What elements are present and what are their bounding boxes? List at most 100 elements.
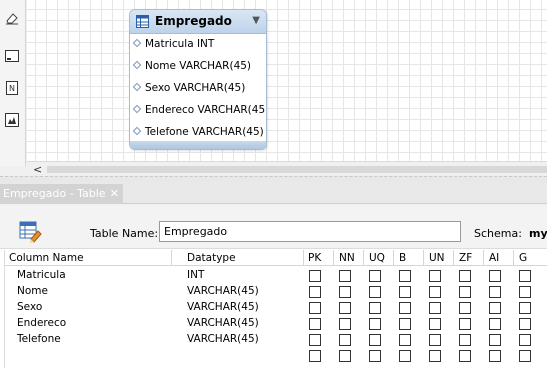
header-nn[interactable]: NN [339, 252, 355, 264]
checkbox-un[interactable] [429, 286, 441, 298]
table-row[interactable]: Sexo VARCHAR(45) [5, 300, 547, 316]
checkbox-ai[interactable] [489, 302, 501, 314]
column-name-cell[interactable]: Nome [17, 285, 48, 297]
header-zf[interactable]: ZF [459, 252, 472, 264]
column-diamond-icon [132, 126, 142, 136]
eraser-icon[interactable] [4, 10, 20, 26]
columns-grid-header: Column Name Datatype PK NN UQ B UN ZF AI… [5, 250, 547, 266]
entity-column[interactable]: Endereco VARCHAR(45) [132, 104, 266, 120]
checkbox-zf[interactable] [459, 350, 471, 362]
checkbox-pk[interactable] [309, 286, 321, 298]
checkbox-g[interactable] [519, 334, 531, 346]
checkbox-g[interactable] [519, 318, 531, 330]
horizontal-scrollbar[interactable]: < [27, 161, 547, 176]
column-name-cell[interactable]: Matricula [17, 269, 66, 281]
chevron-down-icon[interactable]: ▼ [252, 15, 260, 26]
entity-card-empregado[interactable]: Empregado ▼ Matricula INT Nome VARCHAR(4… [129, 9, 267, 150]
header-divider [333, 250, 334, 266]
checkbox-uq[interactable] [369, 318, 381, 330]
scroll-left-icon[interactable]: < [33, 163, 42, 176]
checkbox-zf[interactable] [459, 334, 471, 346]
checkbox-b[interactable] [399, 318, 411, 330]
checkbox-pk[interactable] [309, 350, 321, 362]
checkbox-nn[interactable] [339, 318, 351, 330]
diagram-canvas[interactable] [27, 0, 547, 166]
scrollbar-thumb[interactable] [47, 166, 547, 173]
column-name-cell[interactable]: Endereco [17, 317, 66, 329]
table-row[interactable]: Telefone VARCHAR(45) [5, 332, 547, 348]
checkbox-zf[interactable] [459, 318, 471, 330]
datatype-cell[interactable]: VARCHAR(45) [187, 317, 259, 329]
checkbox-pk[interactable] [309, 270, 321, 282]
checkbox-g[interactable] [519, 286, 531, 298]
datatype-cell[interactable]: INT [187, 269, 204, 281]
checkbox-uq[interactable] [369, 302, 381, 314]
checkbox-pk[interactable] [309, 334, 321, 346]
checkbox-ai[interactable] [489, 334, 501, 346]
table-row[interactable]: Endereco VARCHAR(45) [5, 316, 547, 332]
checkbox-uq[interactable] [369, 270, 381, 282]
table-row[interactable] [5, 348, 547, 364]
note-icon[interactable]: N [4, 80, 20, 96]
table-row[interactable]: Matricula INT [5, 268, 547, 284]
checkbox-zf[interactable] [459, 286, 471, 298]
checkbox-b[interactable] [399, 334, 411, 346]
checkbox-uq[interactable] [369, 334, 381, 346]
checkbox-b[interactable] [399, 270, 411, 282]
header-pk[interactable]: PK [308, 252, 321, 264]
datatype-cell[interactable]: VARCHAR(45) [187, 333, 259, 345]
checkbox-g[interactable] [519, 270, 531, 282]
checkbox-g[interactable] [519, 302, 531, 314]
header-un[interactable]: UN [429, 252, 445, 264]
checkbox-zf[interactable] [459, 270, 471, 282]
checkbox-uq[interactable] [369, 286, 381, 298]
entity-column[interactable]: Matricula INT [132, 38, 214, 54]
checkbox-un[interactable] [429, 270, 441, 282]
checkbox-nn[interactable] [339, 270, 351, 282]
checkbox-g[interactable] [519, 350, 531, 362]
checkbox-nn[interactable] [339, 350, 351, 362]
checkbox-b[interactable] [399, 302, 411, 314]
entity-column[interactable]: Telefone VARCHAR(45) [132, 126, 264, 142]
checkbox-un[interactable] [429, 350, 441, 362]
layer-icon[interactable] [4, 48, 20, 64]
datatype-cell[interactable]: VARCHAR(45) [187, 301, 259, 313]
tab-empregado-table[interactable]: Empregado - Table ✕ [0, 184, 123, 204]
header-datatype[interactable]: Datatype [187, 252, 236, 264]
checkbox-pk[interactable] [309, 318, 321, 330]
checkbox-ai[interactable] [489, 350, 501, 362]
checkbox-pk[interactable] [309, 302, 321, 314]
close-icon[interactable]: ✕ [110, 187, 119, 200]
header-ai[interactable]: AI [489, 252, 499, 264]
header-g[interactable]: G [519, 252, 527, 264]
column-name-cell[interactable]: Telefone [17, 333, 61, 345]
checkbox-ai[interactable] [489, 286, 501, 298]
checkbox-b[interactable] [399, 286, 411, 298]
header-b[interactable]: B [399, 252, 406, 264]
checkbox-un[interactable] [429, 334, 441, 346]
header-column-name[interactable]: Column Name [9, 252, 84, 264]
datatype-cell[interactable]: VARCHAR(45) [187, 285, 259, 297]
checkbox-un[interactable] [429, 318, 441, 330]
checkbox-un[interactable] [429, 302, 441, 314]
checkbox-ai[interactable] [489, 270, 501, 282]
checkbox-zf[interactable] [459, 302, 471, 314]
editor-tabbar: Empregado - Table ✕ [0, 182, 547, 204]
checkbox-nn[interactable] [339, 302, 351, 314]
table-row[interactable]: Nome VARCHAR(45) [5, 284, 547, 300]
entity-column[interactable]: Sexo VARCHAR(45) [132, 82, 245, 98]
svg-text:N: N [9, 84, 15, 93]
checkbox-b[interactable] [399, 350, 411, 362]
entity-footer [130, 141, 266, 149]
entity-column[interactable]: Nome VARCHAR(45) [132, 60, 251, 76]
header-uq[interactable]: UQ [369, 252, 385, 264]
entity-header[interactable]: Empregado ▼ [130, 10, 266, 34]
column-name-cell[interactable]: Sexo [17, 301, 42, 313]
column-diamond-icon [132, 82, 142, 92]
checkbox-nn[interactable] [339, 286, 351, 298]
image-icon[interactable] [4, 112, 20, 128]
checkbox-ai[interactable] [489, 318, 501, 330]
checkbox-uq[interactable] [369, 350, 381, 362]
table-name-input[interactable] [159, 221, 461, 242]
checkbox-nn[interactable] [339, 334, 351, 346]
